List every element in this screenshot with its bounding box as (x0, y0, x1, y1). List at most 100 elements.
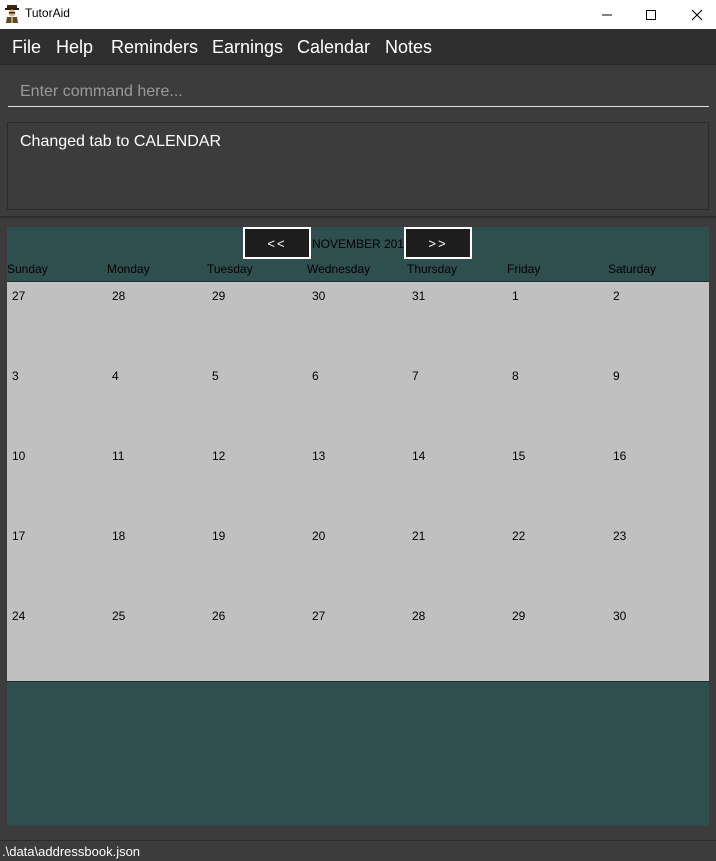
calendar-day-cell[interactable]: 1 (507, 282, 607, 362)
calendar-day-cell[interactable]: 21 (407, 522, 507, 602)
calendar-panel: << NOVEMBER 2019 >> Sunday Monday Tuesda… (7, 227, 709, 826)
maximize-icon (646, 9, 656, 20)
calendar-day-cell[interactable]: 12 (207, 442, 307, 522)
day-number: 28 (112, 289, 126, 303)
calendar-day-cell[interactable]: 29 (207, 282, 307, 362)
calendar-day-cell[interactable]: 29 (507, 602, 607, 682)
window-title: TutorAid (25, 6, 70, 20)
calendar-day-cell[interactable]: 30 (307, 282, 407, 362)
calendar-day-cell[interactable]: 27 (307, 602, 407, 682)
calendar-grid: 27 28 29 30 31 1 2 3 4 5 6 7 8 9 10 11 1… (7, 281, 709, 682)
close-button[interactable] (674, 0, 716, 29)
weekday-header: Monday (107, 262, 150, 276)
menu-reminders[interactable]: Reminders (111, 37, 198, 58)
calendar-day-cell[interactable]: 9 (608, 362, 708, 442)
day-number: 20 (312, 529, 326, 543)
calendar-day-cell[interactable]: 4 (107, 362, 207, 442)
day-number: 31 (412, 289, 426, 303)
day-number: 3 (12, 369, 19, 383)
weekday-header: Friday (507, 262, 541, 276)
calendar-day-cell[interactable]: 18 (107, 522, 207, 602)
calendar-day-cell[interactable]: 22 (507, 522, 607, 602)
day-number: 29 (512, 609, 526, 623)
calendar-day-cell[interactable]: 19 (207, 522, 307, 602)
calendar-day-cell[interactable]: 28 (107, 282, 207, 362)
day-number: 25 (112, 609, 126, 623)
day-number: 24 (12, 609, 26, 623)
weekday-header: Saturday (608, 262, 657, 276)
day-number: 4 (112, 369, 119, 383)
calendar-day-cell[interactable]: 16 (608, 442, 708, 522)
calendar-day-cell[interactable]: 24 (7, 602, 107, 682)
day-number: 7 (412, 369, 419, 383)
menu-bar: File Help Reminders Earnings Calendar No… (0, 29, 716, 65)
day-number: 30 (613, 609, 627, 623)
calendar-day-cell[interactable]: 28 (407, 602, 507, 682)
day-number: 18 (112, 529, 126, 543)
day-number: 15 (512, 449, 526, 463)
maximize-button[interactable] (628, 0, 674, 29)
menu-calendar[interactable]: Calendar (297, 37, 370, 58)
day-number: 11 (112, 449, 125, 463)
calendar-day-cell[interactable]: 13 (307, 442, 407, 522)
calendar-day-cell[interactable]: 17 (7, 522, 107, 602)
day-number: 23 (613, 529, 627, 543)
calendar-day-cell[interactable]: 6 (307, 362, 407, 442)
calendar-day-cell[interactable]: 2 (608, 282, 708, 362)
title-bar: TutorAid (0, 0, 716, 29)
calendar-day-cell[interactable]: 30 (608, 602, 708, 682)
day-number: 13 (312, 449, 326, 463)
previous-month-button[interactable]: << (243, 227, 311, 259)
day-number: 26 (212, 609, 226, 623)
day-number: 16 (613, 449, 627, 463)
day-number: 30 (312, 289, 326, 303)
command-box (0, 65, 716, 115)
result-message: Changed tab to CALENDAR (20, 133, 221, 150)
calendar-day-cell[interactable]: 7 (407, 362, 507, 442)
calendar-day-cell[interactable]: 31 (407, 282, 507, 362)
next-month-button[interactable]: >> (404, 227, 472, 259)
day-number: 22 (512, 529, 526, 543)
menu-help[interactable]: Help (56, 37, 93, 58)
minimize-button[interactable] (584, 0, 630, 29)
calendar-day-cell[interactable]: 23 (608, 522, 708, 602)
minimize-icon (602, 14, 612, 15)
day-number: 27 (12, 289, 26, 303)
day-number: 2 (613, 289, 620, 303)
calendar-day-cell[interactable]: 25 (107, 602, 207, 682)
calendar-day-cell[interactable]: 15 (507, 442, 607, 522)
command-input[interactable] (8, 77, 709, 107)
day-number: 19 (212, 529, 226, 543)
menu-file[interactable]: File (12, 37, 41, 58)
day-number: 27 (312, 609, 326, 623)
section-divider (0, 216, 716, 218)
day-number: 17 (12, 529, 26, 543)
calendar-day-cell[interactable]: 11 (107, 442, 207, 522)
day-number: 8 (512, 369, 519, 383)
day-number: 5 (212, 369, 219, 383)
calendar-day-cell[interactable]: 3 (7, 362, 107, 442)
calendar-day-cell[interactable]: 27 (7, 282, 107, 362)
close-icon (691, 9, 703, 20)
month-label: NOVEMBER 2019 (312, 237, 411, 251)
calendar-day-cell[interactable]: 8 (507, 362, 607, 442)
calendar-day-cell[interactable]: 5 (207, 362, 307, 442)
calendar-day-cell[interactable]: 20 (307, 522, 407, 602)
menu-notes[interactable]: Notes (385, 37, 432, 58)
menu-earnings[interactable]: Earnings (212, 37, 283, 58)
calendar-day-cell[interactable]: 26 (207, 602, 307, 682)
day-number: 6 (312, 369, 319, 383)
weekday-header: Wednesday (307, 262, 371, 276)
weekday-header: Sunday (7, 262, 48, 276)
day-number: 14 (412, 449, 426, 463)
day-number: 29 (212, 289, 226, 303)
weekday-header: Thursday (407, 262, 458, 276)
calendar-day-cell[interactable]: 10 (7, 442, 107, 522)
save-location: .\data\addressbook.json (2, 844, 141, 859)
calendar-day-cell[interactable]: 14 (407, 442, 507, 522)
day-number: 21 (412, 529, 426, 543)
status-bar: .\data\addressbook.json (0, 840, 716, 861)
tutor-avatar-icon (4, 5, 20, 23)
day-number: 12 (212, 449, 226, 463)
day-number: 9 (613, 369, 620, 383)
